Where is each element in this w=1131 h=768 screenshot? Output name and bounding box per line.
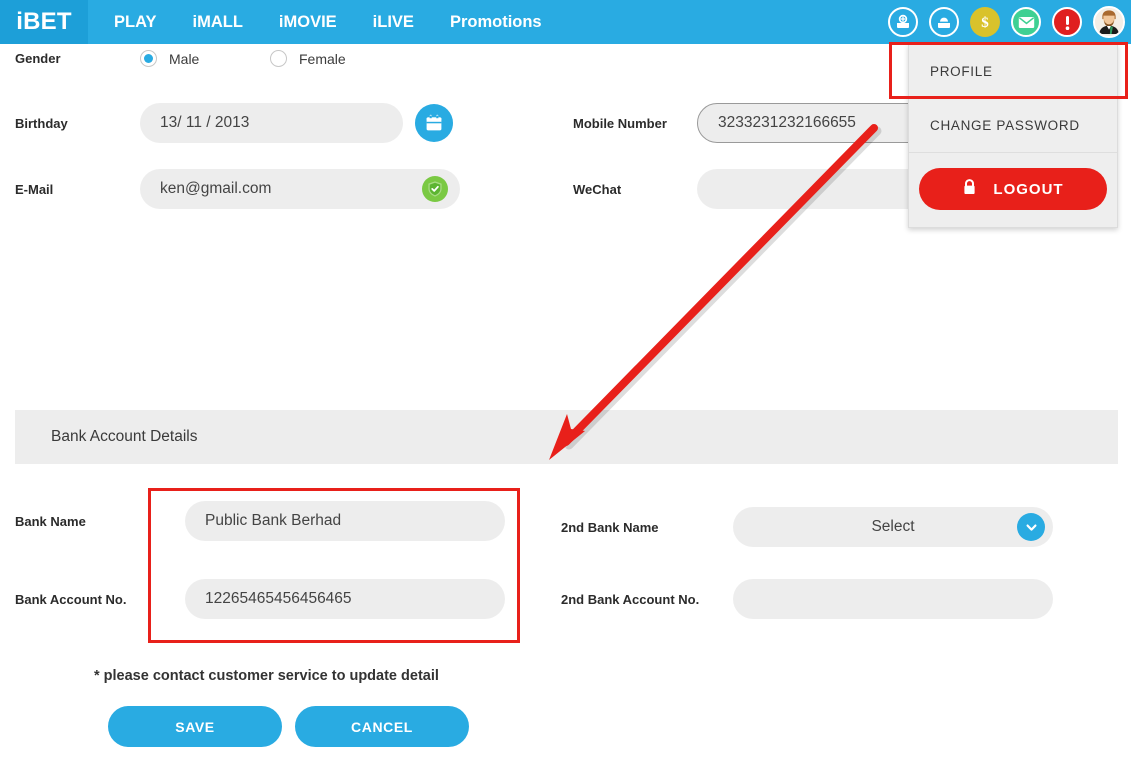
logo-text: iBET [16,8,72,35]
dropdown-item-profile[interactable]: PROFILE [909,45,1117,99]
alert-icon[interactable] [1052,7,1082,37]
bank-account-input[interactable]: 12265465456456465 [185,579,505,619]
bank-name-input[interactable]: Public Bank Berhad [185,501,505,541]
page-root: iBET PLAY iMALL iMOVIE iLIVE Promotions [0,0,1131,768]
radio-circle-female [270,50,287,67]
logout-button[interactable]: LOGOUT [919,168,1107,210]
second-bank-account-input[interactable] [733,579,1053,619]
header-icon-group: $ [888,0,1125,44]
email-value: ken@gmail.com [160,180,272,197]
bank-name-label: Bank Name [15,513,86,529]
second-bank-name-label: 2nd Bank Name [561,519,659,535]
nav-item-play[interactable]: PLAY [96,0,175,44]
second-bank-name-select[interactable]: Select [733,507,1053,547]
gender-row: Gender Male Female [15,50,346,67]
verified-shield-icon [422,176,448,202]
email-input[interactable]: ken@gmail.com [140,169,460,209]
avatar[interactable] [1093,6,1125,38]
second-bank-account-row: 2nd Bank Account No. [561,579,1053,619]
email-row: E-Mail ken@gmail.com [15,169,460,209]
birthday-row: Birthday 13/ 11 / 2013 [15,103,453,143]
top-navigation-bar: iBET PLAY iMALL iMOVIE iLIVE Promotions [0,0,1131,44]
update-detail-note: * please contact customer service to upd… [94,668,439,684]
gender-radio-male[interactable]: Male [140,50,270,67]
main-nav: PLAY iMALL iMOVIE iLIVE Promotions [96,0,560,44]
withdraw-icon[interactable] [929,7,959,37]
deposit-icon[interactable] [888,7,918,37]
bank-name-value: Public Bank Berhad [205,512,342,529]
nav-item-ilive[interactable]: iLIVE [355,0,432,44]
bank-account-value: 12265465456456465 [205,590,352,607]
birthday-value: 13/ 11 / 2013 [160,114,250,131]
birthday-input[interactable]: 13/ 11 / 2013 [140,103,403,143]
site-logo[interactable]: iBET [0,0,88,44]
gender-radio-male-label: Male [169,50,200,67]
dropdown-item-change-password[interactable]: CHANGE PASSWORD [909,99,1117,153]
cancel-button[interactable]: CANCEL [295,706,469,747]
message-icon[interactable] [1011,7,1041,37]
email-label: E-Mail [15,181,54,197]
radio-circle-male [140,50,157,67]
wechat-label: WeChat [573,181,622,197]
balance-icon[interactable]: $ [970,7,1000,37]
svg-text:$: $ [981,15,989,31]
mobile-value: 3233231232166655 [718,114,856,131]
dropdown-logout-row: LOGOUT [909,153,1117,225]
lock-icon [962,178,977,201]
nav-item-promotions[interactable]: Promotions [432,0,560,44]
save-button[interactable]: SAVE [108,706,282,747]
second-bank-name-value: Select [871,518,915,535]
account-dropdown-menu: PROFILE CHANGE PASSWORD LOGOUT [908,44,1118,228]
chevron-down-icon[interactable] [1017,513,1045,541]
bank-section-header: Bank Account Details [15,410,1118,464]
gender-label: Gender [15,51,61,66]
bank-account-label: Bank Account No. [15,591,127,607]
bank-account-row: Bank Account No. 12265465456456465 [15,579,505,619]
second-bank-account-label: 2nd Bank Account No. [561,591,700,607]
calendar-icon[interactable] [415,104,453,142]
bank-name-row: Bank Name Public Bank Berhad [15,501,505,541]
gender-radio-group: Male Female [140,50,346,67]
bank-section-title: Bank Account Details [51,428,198,445]
form-action-buttons: SAVE CANCEL [108,706,469,747]
nav-item-imall[interactable]: iMALL [175,0,261,44]
gender-radio-female-label: Female [299,50,346,67]
second-bank-name-row: 2nd Bank Name Select [561,507,1053,547]
mobile-label: Mobile Number [573,115,667,131]
logout-button-label: LOGOUT [993,180,1064,198]
nav-item-imovie[interactable]: iMOVIE [261,0,355,44]
birthday-label: Birthday [15,115,68,131]
gender-radio-female[interactable]: Female [270,50,346,67]
